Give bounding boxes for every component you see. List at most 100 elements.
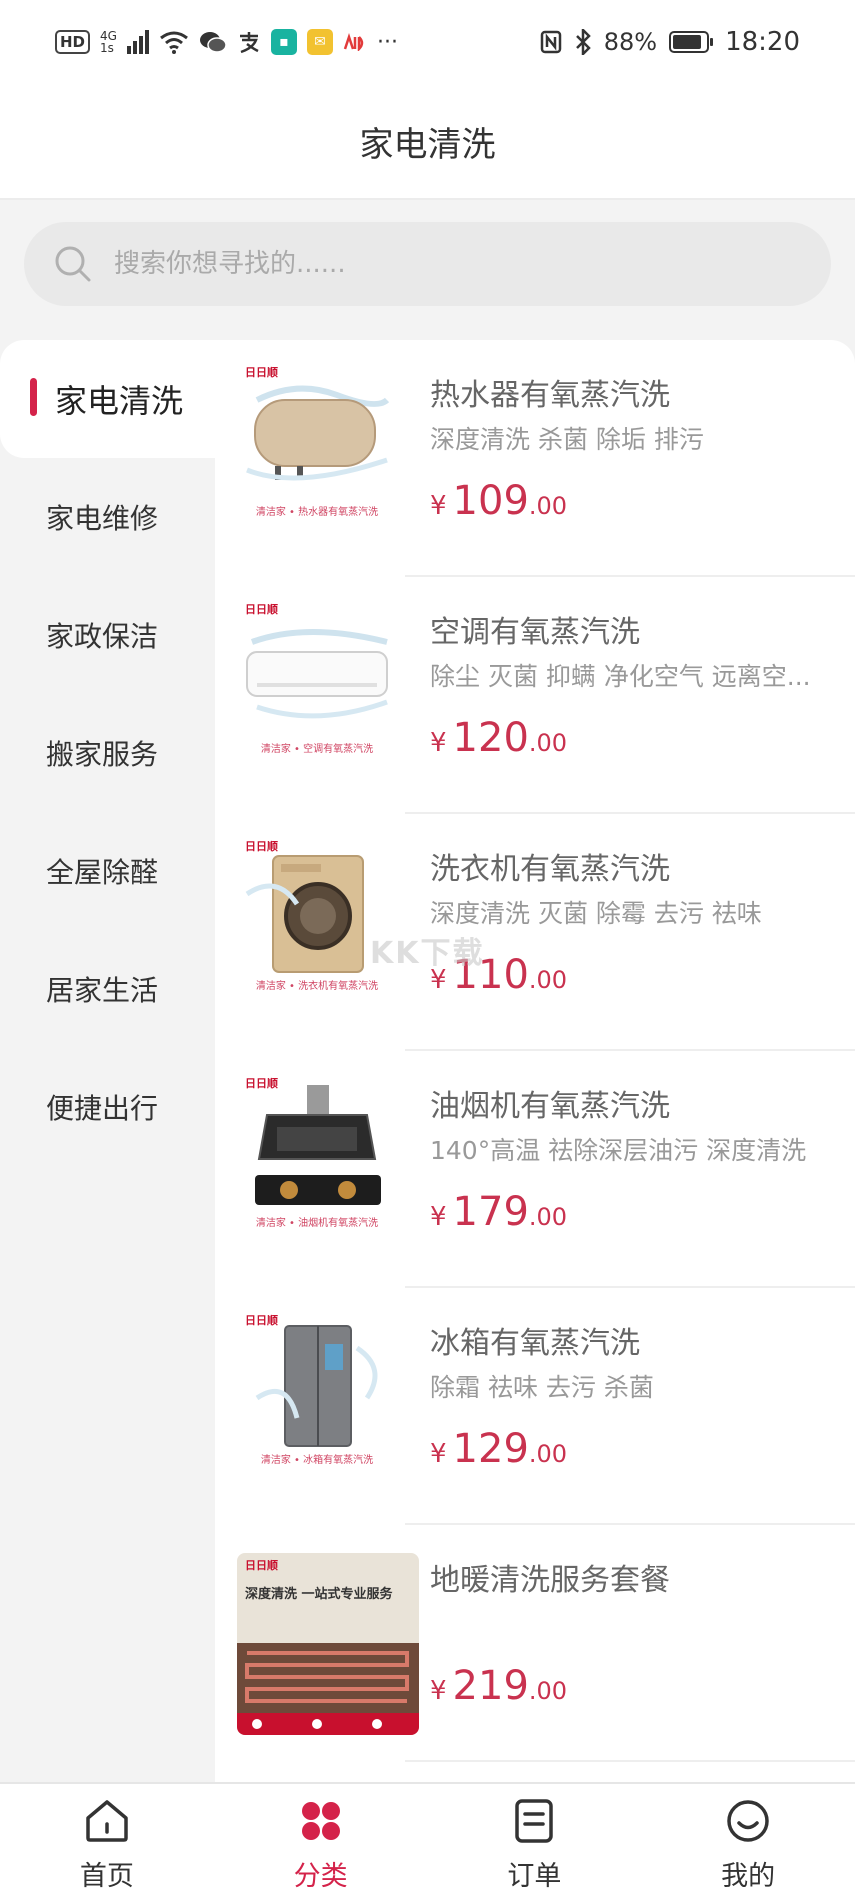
tab-label: 分类 [293,1861,348,1892]
sidebar-item-label: 居家生活 [46,974,159,1007]
product-desc: 除尘 灭菌 抑螨 净化空气 远离空... [430,662,811,691]
search-area [0,200,855,330]
product-item[interactable]: 日日顺 深度清洗 一站式专业服务 地暖清洗服务套餐 ¥ 219 .00 [215,1525,855,1762]
app-logo-icon [343,33,364,51]
alipay-icon [239,32,259,54]
status-bar: HD 4G 1s ▪ ✉ ··· 88% 18:20 [0,0,855,84]
product-list: 日日顺 清洁家 • 热水器有氧蒸汽洗 热水器有氧蒸汽洗 深度清洗 杀菌 除垢 排… [215,340,855,1782]
product-item[interactable]: 日日顺 清洁家 • 冰箱有氧蒸汽洗 冰箱有氧蒸汽洗 除霜 祛味 去污 杀菌 ¥ … [215,1288,855,1525]
tab-label: 我的 [721,1861,776,1892]
price-integer: 179 [452,1189,529,1235]
signal-icon [126,30,149,54]
product-item[interactable]: 日日顺 清洁家 • 空调有氧蒸汽洗 空调有氧蒸汽洗 除尘 灭菌 抑螨 净化空气 … [215,577,855,814]
tab-home[interactable]: 首页 [0,1784,214,1900]
profile-icon [727,1800,769,1842]
hd-badge: HD [55,30,91,54]
bottom-tab-bar: 首页 分类 订单 我的 [0,1782,855,1900]
sidebar-item-label: 家电维修 [46,502,159,535]
app-notification-icon: ▪ [270,29,297,55]
product-price: ¥ 110 .00 [430,952,567,998]
tab-orders[interactable]: 订单 [428,1784,642,1900]
price-currency: ¥ [430,1202,447,1232]
tab-label: 订单 [507,1861,562,1892]
product-item[interactable]: 日日顺 清洁家 • 油烟机有氧蒸汽洗 油烟机有氧蒸汽洗 140°高温 祛除深层油… [215,1051,855,1288]
price-currency: ¥ [430,1439,447,1469]
product-desc: 除霜 祛味 去污 杀菌 [430,1373,654,1402]
sidebar-item-label: 家政保洁 [46,620,159,653]
battery-icon [669,31,714,53]
brand-mark: 日日顺 [245,840,278,853]
water-heater-icon: 日日顺 清洁家 • 热水器有氧蒸汽洗 [237,360,397,520]
sidebar-item-label: 家电清洗 [55,382,184,420]
network-label: 4G 1s [100,30,117,54]
product-title: 洗衣机有氧蒸汽洗 [430,852,670,887]
product-desc: 深度清洗 杀菌 除垢 排污 [430,425,704,454]
sidebar-item-moving[interactable]: 搬家服务 [0,694,215,812]
product-price: ¥ 219 .00 [430,1663,567,1709]
search-icon [55,246,91,282]
tab-profile[interactable]: 我的 [641,1784,855,1900]
nfc-icon [540,30,561,54]
product-price: ¥ 129 .00 [430,1426,567,1472]
washing-machine-icon: 日日顺 清洁家 • 洗衣机有氧蒸汽洗 [237,834,397,994]
thumb-caption: 清洁家 • 洗衣机有氧蒸汽洗 [255,981,379,992]
sidebar-item-appliance-repair[interactable]: 家电维修 [0,458,215,576]
price-integer: 110 [452,952,529,998]
tab-category[interactable]: 分类 [214,1784,428,1900]
category-content: 家电清洗 家电维修 家政保洁 搬家服务 全屋除醛 居家生活 便捷出行 日日顺 清… [0,330,855,1782]
floor-heating-icon: 日日顺 深度清洗 一站式专业服务 [237,1553,419,1735]
price-decimal: .00 [528,1203,568,1231]
thumb-caption: 清洁家 • 冰箱有氧蒸汽洗 [260,1455,374,1466]
divider [405,1760,855,1762]
more-notifications-icon: ··· [376,29,398,55]
price-integer: 109 [452,478,529,524]
status-right: 88% 18:20 [540,27,800,57]
clock: 18:20 [725,27,800,57]
brand-mark: 日日顺 [245,1077,278,1090]
price-integer: 120 [452,715,529,761]
status-left: HD 4G 1s ▪ ✉ ··· [55,29,398,55]
price-integer: 129 [452,1426,529,1472]
sidebar-item-label: 搬家服务 [46,738,159,771]
home-icon [86,1800,128,1842]
price-decimal: .00 [528,966,568,994]
category-icon [301,1802,340,1840]
thumb-caption: 清洁家 • 空调有氧蒸汽洗 [260,744,374,755]
search-input[interactable] [114,249,801,279]
page-header: 家电清洗 [0,84,855,200]
refrigerator-icon: 日日顺 清洁家 • 冰箱有氧蒸汽洗 [237,1308,397,1468]
product-title: 热水器有氧蒸汽洗 [430,378,670,413]
product-price: ¥ 109 .00 [430,478,567,524]
product-price: ¥ 179 .00 [430,1189,567,1235]
brand-mark: 日日顺 [245,1314,278,1327]
product-desc: 140°高温 祛除深层油污 深度清洗 [430,1136,807,1165]
sidebar-item-label: 全屋除醛 [46,856,159,889]
price-currency: ¥ [430,1676,447,1706]
price-decimal: .00 [528,1677,568,1705]
product-item[interactable]: 日日顺 清洁家 • 热水器有氧蒸汽洗 热水器有氧蒸汽洗 深度清洗 杀菌 除垢 排… [215,340,855,577]
wifi-icon [160,31,188,54]
price-decimal: .00 [528,1440,568,1468]
bluetooth-icon [575,29,591,55]
wechat-icon [199,32,227,53]
sidebar-item-home-living[interactable]: 居家生活 [0,930,215,1048]
product-title: 地暖清洗服务套餐 [430,1563,670,1598]
range-hood-icon: 日日顺 清洁家 • 油烟机有氧蒸汽洗 [237,1071,397,1231]
sidebar-item-label: 便捷出行 [46,1092,159,1125]
search-box[interactable] [24,222,831,306]
price-currency: ¥ [430,491,447,521]
mail-icon: ✉ [306,29,333,55]
sidebar-item-travel[interactable]: 便捷出行 [0,1048,215,1166]
sidebar-item-formaldehyde[interactable]: 全屋除醛 [0,812,215,930]
price-integer: 219 [452,1663,529,1709]
tab-label: 首页 [79,1861,134,1892]
product-item[interactable]: 日日顺 清洁家 • 洗衣机有氧蒸汽洗 洗衣机有氧蒸汽洗 深度清洗 灭菌 除霉 去… [215,814,855,1051]
sidebar-item-appliance-cleaning[interactable]: 家电清洗 [0,340,215,458]
sidebar-item-housekeeping[interactable]: 家政保洁 [0,576,215,694]
order-icon [515,1799,554,1843]
price-currency: ¥ [430,728,447,758]
price-decimal: .00 [528,729,568,757]
brand-mark: 日日顺 [245,603,278,616]
product-price: ¥ 120 .00 [430,715,567,761]
product-title: 冰箱有氧蒸汽洗 [430,1326,640,1361]
